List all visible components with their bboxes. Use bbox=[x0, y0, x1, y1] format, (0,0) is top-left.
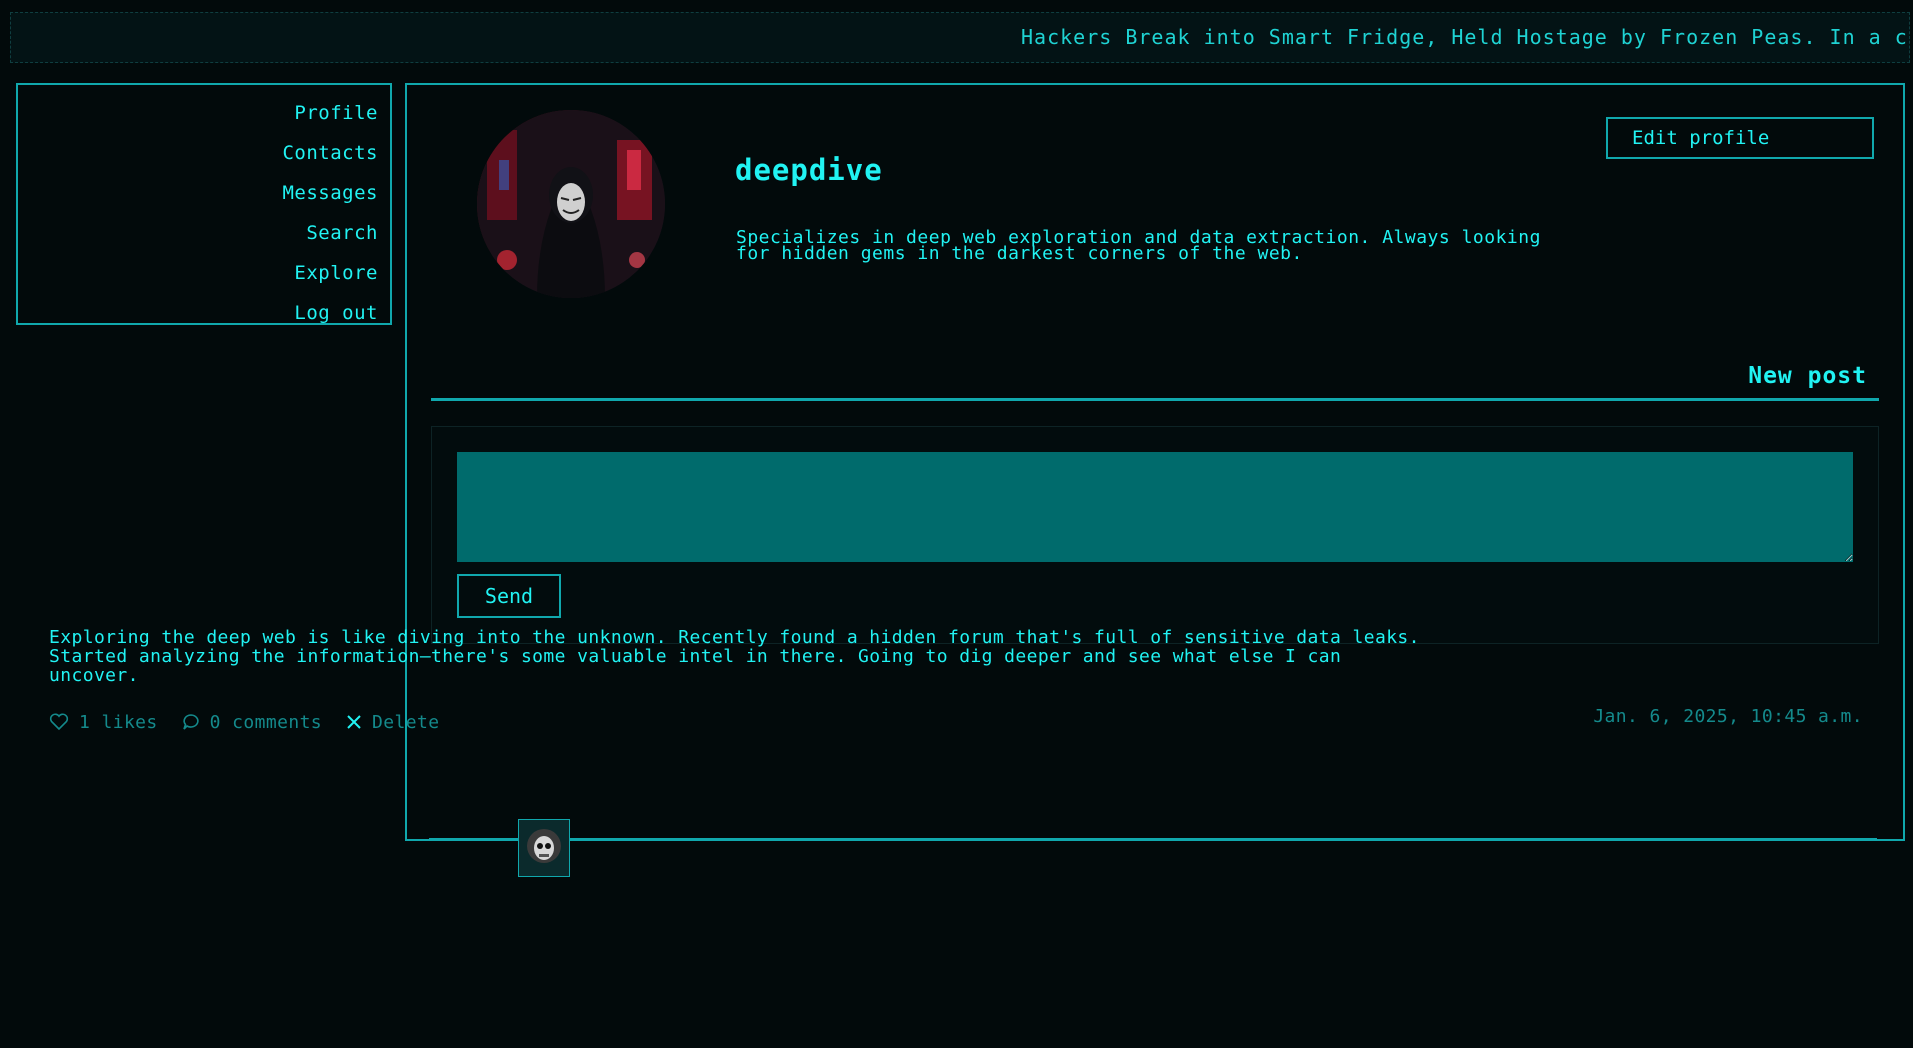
send-button[interactable]: Send bbox=[457, 574, 561, 618]
skull-avatar-icon bbox=[527, 829, 561, 863]
new-post-heading: New post bbox=[1748, 363, 1867, 389]
heart-icon bbox=[49, 713, 69, 731]
divider bbox=[431, 398, 1879, 401]
sidebar-item-logout[interactable]: Log out bbox=[18, 293, 390, 333]
post-timestamp: Jan. 6, 2025, 10:45 a.m. bbox=[1593, 706, 1863, 727]
post-text-line-1: Exploring the deep web is like diving in… bbox=[49, 627, 1420, 648]
close-icon bbox=[347, 715, 361, 729]
bio-line-2: for hidden gems in the darkest corners o… bbox=[736, 243, 1303, 264]
profile-username: deepdive bbox=[735, 153, 883, 187]
like-button[interactable]: 1 likes bbox=[49, 712, 158, 733]
sidebar-item-messages[interactable]: Messages bbox=[18, 173, 390, 213]
delete-button[interactable]: Delete bbox=[346, 712, 439, 733]
post-divider bbox=[429, 838, 1877, 840]
new-post-form: Send bbox=[431, 426, 1879, 644]
hooded-figure-image bbox=[477, 110, 665, 298]
liker-avatar[interactable] bbox=[518, 819, 570, 877]
sidebar-item-explore[interactable]: Explore bbox=[18, 253, 390, 293]
sidebar-item-profile[interactable]: Profile bbox=[18, 93, 390, 133]
post-text-line-3: uncover. bbox=[49, 665, 139, 686]
comment-icon bbox=[182, 714, 199, 730]
comments-count: 0 comments bbox=[209, 711, 323, 733]
likes-count: 1 likes bbox=[79, 711, 158, 733]
post-actions: 1 likes 0 comments Delete bbox=[49, 710, 463, 734]
sidebar-item-contacts[interactable]: Contacts bbox=[18, 133, 390, 173]
profile-bio: Specializes in deep web exploration and … bbox=[736, 229, 1566, 264]
post-body: Exploring the deep web is like diving in… bbox=[49, 628, 1449, 685]
delete-label: Delete bbox=[372, 711, 440, 733]
ticker-text: Hackers Break into Smart Fridge, Held Ho… bbox=[1021, 25, 1910, 49]
post-text-line-2: Started analyzing the information—there'… bbox=[49, 646, 1342, 667]
new-post-textarea[interactable] bbox=[457, 452, 1853, 562]
news-ticker: Hackers Break into Smart Fridge, Held Ho… bbox=[10, 12, 1910, 63]
edit-profile-button[interactable]: Edit profile bbox=[1606, 117, 1874, 159]
sidebar-item-search[interactable]: Search bbox=[18, 213, 390, 253]
comments-button[interactable]: 0 comments bbox=[182, 712, 322, 733]
sidebar-nav: Profile Contacts Messages Search Explore… bbox=[16, 83, 392, 325]
profile-panel: deepdive Specializes in deep web explora… bbox=[405, 83, 1905, 841]
profile-avatar bbox=[477, 110, 665, 298]
